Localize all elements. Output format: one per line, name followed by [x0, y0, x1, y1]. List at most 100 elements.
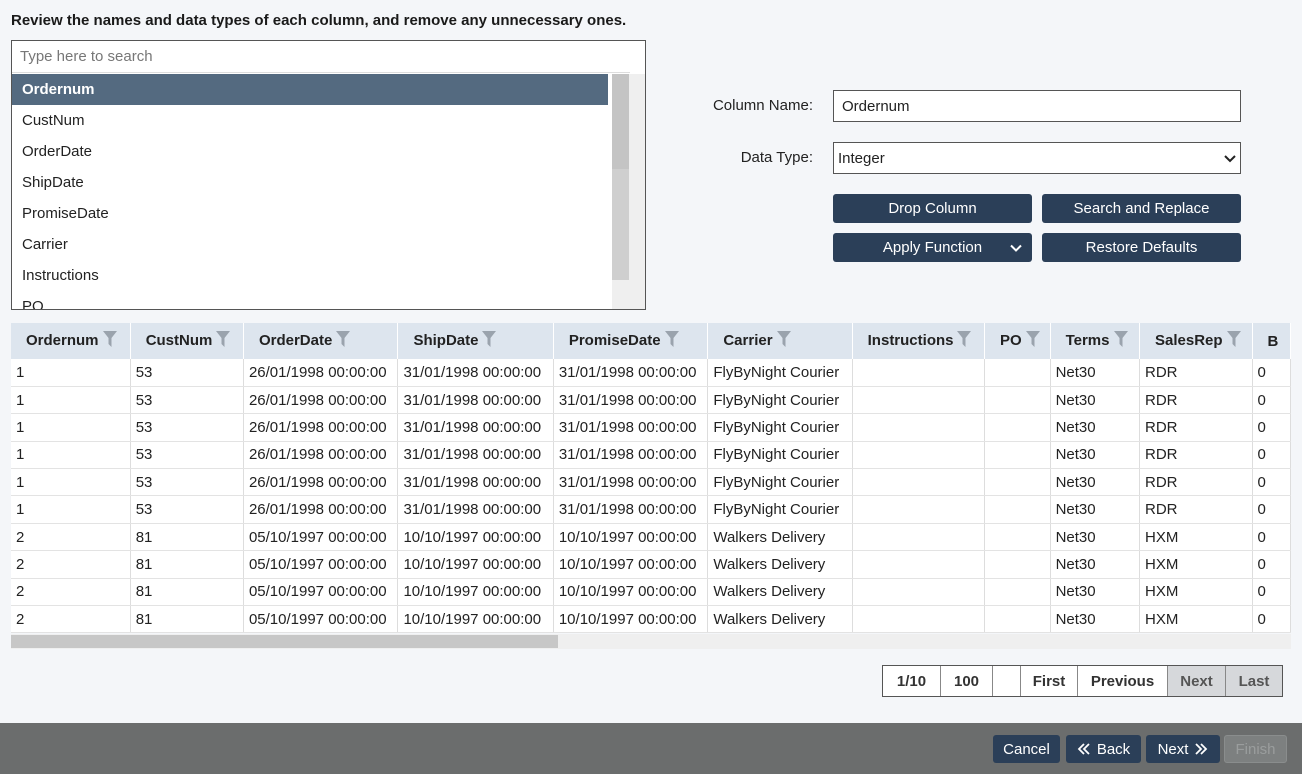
column-header[interactable]: Ordernum — [11, 323, 131, 359]
table-cell: 2 — [11, 605, 131, 633]
first-page-button[interactable]: First — [1021, 666, 1078, 696]
column-header[interactable]: CustNum — [130, 323, 244, 359]
page-input[interactable] — [993, 666, 1021, 696]
table-row[interactable]: 1 53 26/01/1998 00:00:00 31/01/1998 00:00:0… — [11, 468, 1291, 497]
table-cell: Net30 — [1050, 605, 1141, 633]
table-cell: 0 — [1252, 386, 1291, 415]
scrollbar-thumb[interactable] — [11, 635, 558, 648]
table-row[interactable]: 1 53 26/01/1998 00:00:00 31/01/1998 00:00:0… — [11, 495, 1291, 524]
column-header[interactable]: B — [1252, 323, 1291, 359]
column-header[interactable]: Carrier — [707, 323, 853, 359]
table-cell: 26/01/1998 00:00:00 — [243, 413, 399, 442]
column-header-label: ShipDate — [413, 331, 479, 349]
table-cell: 0 — [1252, 441, 1291, 470]
table-cell — [852, 413, 985, 442]
table-cell: 10/10/1997 00:00:00 — [397, 605, 554, 633]
table-cell: 10/10/1997 00:00:00 — [397, 578, 554, 607]
column-list-item[interactable]: Ordernum — [12, 74, 608, 105]
table-row[interactable]: 1 53 26/01/1998 00:00:00 31/01/1998 00:00:0… — [11, 441, 1291, 470]
table-cell: HXM — [1139, 523, 1253, 552]
table-cell: Net30 — [1050, 578, 1141, 607]
table-cell: 1 — [11, 413, 131, 442]
table-row[interactable]: 1 53 26/01/1998 00:00:00 31/01/1998 00:00:0… — [11, 359, 1291, 387]
table-row[interactable]: 1 53 26/01/1998 00:00:00 31/01/1998 00:00:0… — [11, 386, 1291, 415]
column-list-item[interactable]: PromiseDate — [12, 198, 608, 229]
column-name-input[interactable] — [833, 90, 1241, 122]
cancel-button[interactable]: Cancel — [993, 735, 1060, 763]
column-header[interactable]: Instructions — [852, 323, 985, 359]
table-cell: 05/10/1997 00:00:00 — [243, 605, 399, 633]
column-header[interactable]: PromiseDate — [553, 323, 709, 359]
grid-horizontal-scrollbar[interactable] — [11, 634, 1291, 649]
drop-column-button[interactable]: Drop Column — [833, 194, 1032, 223]
page-size-select[interactable]: 100 — [941, 666, 993, 696]
grid-body: 1 53 26/01/1998 00:00:00 31/01/1998 00:00:0… — [11, 359, 1291, 633]
filter-icon[interactable] — [482, 331, 497, 351]
filter-icon[interactable] — [216, 331, 231, 351]
next-page-button[interactable]: Next — [1168, 666, 1226, 696]
table-cell: 0 — [1252, 605, 1291, 633]
column-list-item[interactable]: PO — [12, 291, 608, 309]
table-cell: 81 — [130, 605, 244, 633]
column-list-item[interactable]: Instructions — [12, 260, 608, 291]
table-cell — [984, 359, 1051, 387]
table-cell: FlyByNight Courier — [707, 441, 853, 470]
column-list-scrollbar[interactable] — [612, 74, 645, 309]
table-cell: 31/01/1998 00:00:00 — [553, 359, 709, 387]
table-cell: 31/01/1998 00:00:00 — [553, 495, 709, 524]
table-cell: 0 — [1252, 523, 1291, 552]
table-row[interactable]: 2 81 05/10/1997 00:00:00 10/10/1997 00:00:0… — [11, 578, 1291, 607]
filter-icon[interactable] — [1113, 331, 1128, 351]
filter-icon[interactable] — [776, 331, 791, 351]
table-row[interactable]: 2 81 05/10/1997 00:00:00 10/10/1997 00:00:0… — [11, 605, 1291, 633]
table-cell: 0 — [1252, 495, 1291, 524]
table-cell — [852, 386, 985, 415]
table-cell: Net30 — [1050, 550, 1141, 579]
filter-icon[interactable] — [1226, 331, 1241, 351]
table-row[interactable]: 2 81 05/10/1997 00:00:00 10/10/1997 00:00:0… — [11, 523, 1291, 552]
column-list-item[interactable]: ShipDate — [12, 167, 608, 198]
table-cell: 31/01/1998 00:00:00 — [397, 386, 554, 415]
table-cell: 2 — [11, 578, 131, 607]
table-cell: RDR — [1139, 386, 1253, 415]
finish-button[interactable]: Finish — [1224, 735, 1287, 763]
next-button[interactable]: Next — [1146, 735, 1220, 763]
search-replace-button[interactable]: Search and Replace — [1042, 194, 1241, 223]
column-header[interactable]: SalesRep — [1139, 323, 1253, 359]
scrollbar-thumb[interactable] — [612, 74, 629, 169]
table-cell: FlyByNight Courier — [707, 468, 853, 497]
table-row[interactable]: 2 81 05/10/1997 00:00:00 10/10/1997 00:00:0… — [11, 550, 1291, 579]
table-cell: 31/01/1998 00:00:00 — [397, 359, 554, 387]
column-name-label: Column Name: — [712, 97, 813, 114]
apply-function-button[interactable]: Apply Function — [833, 233, 1032, 262]
back-button[interactable]: Back — [1066, 735, 1141, 763]
last-page-button[interactable]: Last — [1226, 666, 1282, 696]
table-cell: 53 — [130, 468, 244, 497]
table-row[interactable]: 1 53 26/01/1998 00:00:00 31/01/1998 00:00:0… — [11, 413, 1291, 442]
table-cell: Net30 — [1050, 495, 1141, 524]
column-header[interactable]: OrderDate — [243, 323, 399, 359]
table-cell: 31/01/1998 00:00:00 — [553, 413, 709, 442]
table-cell — [984, 578, 1051, 607]
column-list-item[interactable]: Carrier — [12, 229, 608, 260]
column-search-input[interactable] — [12, 41, 630, 73]
table-cell: 05/10/1997 00:00:00 — [243, 550, 399, 579]
previous-page-button[interactable]: Previous — [1078, 666, 1168, 696]
data-type-select[interactable]: Integer — [833, 142, 1241, 174]
column-list-item[interactable]: OrderDate — [12, 136, 608, 167]
column-header-label: SalesRep — [1155, 331, 1223, 349]
column-header[interactable]: PO — [984, 323, 1051, 359]
column-header[interactable]: ShipDate — [397, 323, 554, 359]
column-header[interactable]: Terms — [1050, 323, 1141, 359]
restore-defaults-button[interactable]: Restore Defaults — [1042, 233, 1241, 262]
filter-icon[interactable] — [102, 331, 117, 351]
filter-icon[interactable] — [664, 331, 679, 351]
table-cell: 05/10/1997 00:00:00 — [243, 578, 399, 607]
table-cell — [984, 468, 1051, 497]
table-cell: 26/01/1998 00:00:00 — [243, 359, 399, 387]
column-list-item[interactable]: CustNum — [12, 105, 608, 136]
filter-icon[interactable] — [1025, 331, 1040, 351]
filter-icon[interactable] — [336, 331, 351, 351]
column-list: Ordernum CustNum OrderDate ShipDate Prom… — [12, 74, 608, 309]
filter-icon[interactable] — [957, 331, 972, 351]
